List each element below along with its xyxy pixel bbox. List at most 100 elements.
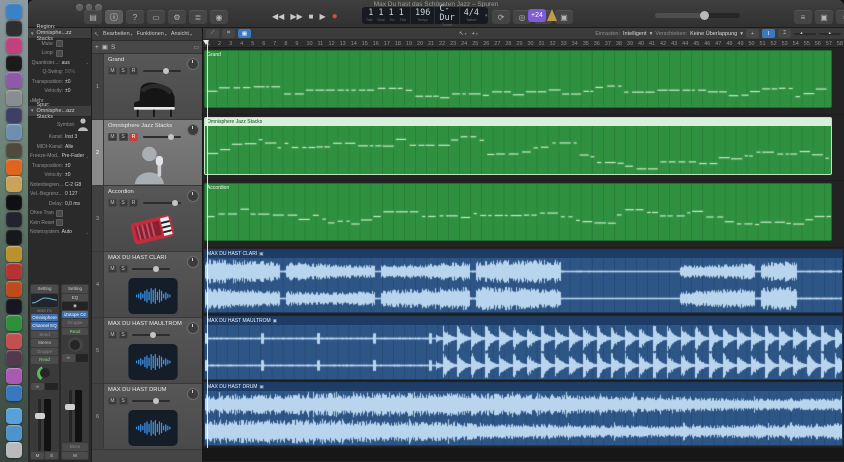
menu-item-bearbeiten[interactable]: Bearbeiten ▾ bbox=[103, 31, 133, 37]
track-pan-knob[interactable] bbox=[187, 58, 199, 70]
track-pan-knob[interactable] bbox=[187, 256, 199, 268]
dock-icon-coins-app[interactable] bbox=[6, 245, 22, 262]
volume-fader[interactable] bbox=[31, 398, 58, 451]
volume-thumb[interactable] bbox=[700, 10, 710, 20]
track-header-6[interactable]: 6 MAX DU HAST DRUM M S bbox=[92, 384, 202, 450]
dock-icon-stickies[interactable] bbox=[6, 72, 22, 89]
track-volume-slider[interactable] bbox=[142, 134, 181, 140]
dock-icon-speaker-app[interactable] bbox=[6, 193, 22, 210]
left-click-tool-menu[interactable]: ↖ ▾ bbox=[459, 31, 467, 37]
play-button[interactable]: ▶ bbox=[319, 10, 325, 24]
mute-button[interactable]: M bbox=[31, 451, 44, 459]
pan-knob[interactable] bbox=[37, 365, 52, 381]
track-volume-slider[interactable] bbox=[132, 266, 170, 272]
snap-value-dropdown[interactable]: Intelligent bbox=[623, 31, 647, 37]
pan-knob[interactable] bbox=[67, 337, 83, 352]
rewind-button[interactable]: ◀◀ bbox=[272, 10, 284, 24]
group-slot[interactable]: Gruppe bbox=[31, 347, 58, 355]
track-volume-slider[interactable] bbox=[132, 398, 170, 404]
dock-icon-trash[interactable] bbox=[6, 442, 22, 459]
checkbox[interactable] bbox=[56, 219, 63, 227]
menu-item-funktionen[interactable]: Funktionen ▾ bbox=[137, 31, 167, 37]
dock-icon-vlc[interactable] bbox=[6, 159, 22, 176]
checkbox[interactable] bbox=[56, 49, 63, 57]
quick-help-icon[interactable]: ? bbox=[126, 10, 144, 24]
record-enable-button[interactable]: R bbox=[129, 199, 138, 207]
volume-fader[interactable] bbox=[62, 390, 88, 442]
region-5[interactable]: MAX DU HAST MAULTROM ▣ bbox=[204, 315, 843, 380]
mute-button[interactable]: M bbox=[108, 67, 117, 75]
row-value[interactable]: Auto bbox=[60, 229, 86, 235]
chevron-down-icon[interactable]: ▾ bbox=[483, 13, 490, 19]
dock-icon-orange-app[interactable] bbox=[6, 280, 22, 297]
track-pan-knob[interactable] bbox=[187, 124, 199, 136]
stepper-icon[interactable]: ⌄ bbox=[86, 60, 89, 65]
dock-icon-green-book[interactable] bbox=[6, 315, 22, 332]
checkbox[interactable] bbox=[56, 40, 63, 48]
marquee-tool-icon[interactable]: I bbox=[762, 29, 775, 38]
command-click-tool-menu[interactable]: + ▾ bbox=[472, 31, 478, 37]
lcd-display[interactable]: 1 1 1 1 Takt Beat Div Tick 196 Tempo C-D… bbox=[362, 4, 490, 27]
automation-mode-button[interactable]: Read bbox=[31, 356, 58, 364]
loop-browser-icon[interactable]: ⌕ bbox=[836, 10, 844, 24]
region-4[interactable]: MAX DU HAST CLARI ▣ bbox=[204, 248, 843, 313]
track-header-3[interactable]: 3 Accordion M S R bbox=[92, 186, 202, 252]
menu-item-ansicht[interactable]: Ansicht ▾ bbox=[171, 31, 192, 37]
playhead[interactable] bbox=[207, 40, 208, 448]
add-track-button[interactable]: + bbox=[95, 44, 99, 51]
list-editors-icon[interactable]: ≡ bbox=[794, 10, 812, 24]
fader-thumb[interactable] bbox=[65, 403, 75, 410]
solo-button[interactable]: S bbox=[118, 67, 128, 75]
dock-icon-folder-yellow[interactable] bbox=[6, 176, 22, 193]
record-enable-button[interactable]: R bbox=[129, 133, 138, 141]
track-header-2[interactable]: 2 Omnisphere Jazz Stacks M S R bbox=[92, 120, 202, 186]
dock-icon-film-reel[interactable] bbox=[6, 141, 22, 158]
dock-icon-red-ring-app[interactable] bbox=[6, 263, 22, 280]
setting-button[interactable]: Setting bbox=[31, 285, 58, 293]
record-enable-button[interactable]: R bbox=[129, 67, 138, 75]
track-symbol-icon[interactable] bbox=[77, 117, 89, 133]
mute-button[interactable]: M bbox=[108, 199, 117, 207]
track-pan-knob[interactable] bbox=[187, 322, 199, 334]
toolbar-icon[interactable]: ▭ bbox=[147, 10, 165, 24]
stepper-icon[interactable]: ⌄ bbox=[86, 154, 89, 159]
plugin-slot[interactable]: Omnisphere bbox=[31, 313, 58, 321]
output-slot[interactable]: Stereo bbox=[31, 339, 58, 347]
zoom-thumb[interactable]: ▲ bbox=[800, 30, 804, 35]
track-header-5[interactable]: 5 MAX DU HAST MAULTROM M S bbox=[92, 318, 202, 384]
plugin-slot[interactable]: Channel EQ bbox=[31, 322, 58, 330]
row-value[interactable]: Alle bbox=[63, 144, 89, 150]
row-value[interactable]: ±0 bbox=[63, 172, 89, 178]
solo-button[interactable]: S bbox=[118, 199, 128, 207]
vertical-zoom-slider[interactable]: ▲ bbox=[794, 30, 816, 35]
dock-icon-gramophone[interactable] bbox=[6, 20, 22, 37]
track-sort-icon[interactable]: ▭ bbox=[193, 44, 199, 51]
track-pan-knob[interactable] bbox=[187, 388, 199, 400]
dock-icon-photos[interactable] bbox=[6, 124, 22, 141]
stop-button[interactable]: ■ bbox=[309, 10, 314, 24]
slider-thumb[interactable] bbox=[150, 332, 157, 338]
dock-icon-cat-app[interactable] bbox=[6, 89, 22, 106]
dock-icon-disk-app[interactable] bbox=[6, 54, 22, 71]
metronome-icon[interactable] bbox=[547, 9, 557, 21]
close-icon[interactable] bbox=[76, 4, 83, 11]
solo-button[interactable]: S bbox=[118, 133, 128, 141]
solo-button[interactable]: S bbox=[118, 397, 128, 405]
slider-thumb[interactable] bbox=[152, 398, 159, 404]
dock-icon-knife-app[interactable] bbox=[6, 332, 22, 349]
smart-controls-icon[interactable]: ⚙ bbox=[168, 10, 186, 24]
note-pads-icon[interactable]: ▣ bbox=[815, 10, 833, 24]
dock-icon-b-app[interactable] bbox=[6, 298, 22, 315]
solo-button[interactable]: S bbox=[45, 451, 58, 459]
dock-icon-apple-art[interactable] bbox=[6, 350, 22, 367]
solo-button[interactable]: S bbox=[118, 265, 128, 273]
record-button[interactable]: ● bbox=[332, 10, 338, 24]
bracket-tool-icon[interactable]: ⌶ bbox=[778, 29, 791, 38]
row-value[interactable]: 0,0 ms bbox=[63, 201, 89, 207]
capture-recording-icon[interactable]: ▦ bbox=[238, 29, 251, 38]
zoom-thumb[interactable]: ▲ bbox=[828, 30, 832, 35]
track-header-1[interactable]: 1 Grand M S R bbox=[92, 54, 202, 120]
inspector-icon[interactable]: ⓘ bbox=[105, 10, 123, 24]
mute-button[interactable]: M bbox=[62, 451, 88, 459]
duplicate-track-button[interactable]: ▣ bbox=[102, 43, 108, 51]
